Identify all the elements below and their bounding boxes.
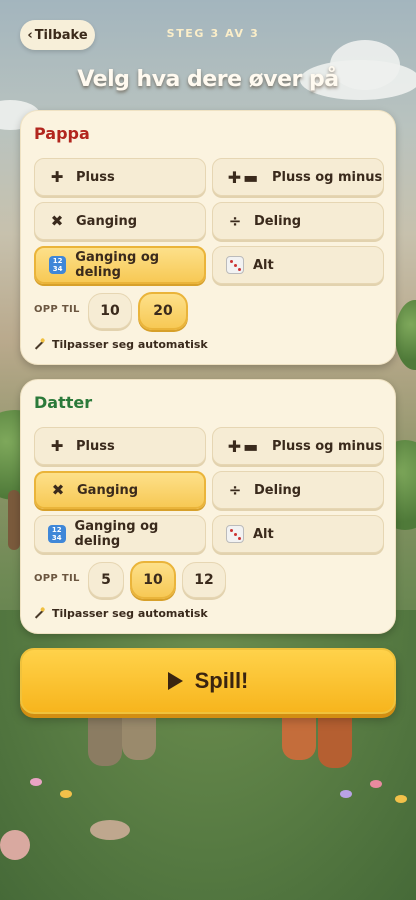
option-pluss-og-minus[interactable]: ✚▬ Pluss og minus xyxy=(212,158,384,196)
limit-12[interactable]: 12 xyxy=(182,562,226,598)
magic-wand-icon xyxy=(34,608,45,619)
limit-20[interactable]: 20 xyxy=(138,292,188,330)
play-icon xyxy=(167,672,183,690)
option-pluss-og-minus[interactable]: ✚▬ Pluss og minus xyxy=(212,427,384,465)
option-ganging-og-deling[interactable]: 12 34 Ganging og deling xyxy=(34,515,206,553)
option-ganging[interactable]: ✖ Ganging xyxy=(34,471,206,509)
plus-minus-icon: ✚▬ xyxy=(227,167,261,187)
limit-10[interactable]: 10 xyxy=(88,293,132,329)
plus-icon: ✚ xyxy=(50,168,64,186)
plus-minus-icon: ✚▬ xyxy=(227,436,261,456)
limit-10[interactable]: 10 xyxy=(130,561,176,599)
option-label: Pluss og minus xyxy=(272,169,383,185)
auto-adjust-label: Tilpasser seg automatisk xyxy=(52,607,208,620)
multiply-icon: ✖ xyxy=(50,212,64,230)
page-title: Velg hva dere øver på xyxy=(77,67,339,92)
option-ganging[interactable]: ✖ Ganging xyxy=(34,202,206,240)
option-label: Pluss xyxy=(76,169,115,185)
play-button[interactable]: Spill! xyxy=(20,648,396,714)
step-indicator: STEG 3 AV 3 xyxy=(166,27,260,40)
option-pluss[interactable]: ✚ Pluss xyxy=(34,427,206,465)
divide-icon: ÷ xyxy=(228,212,242,230)
chevron-left-icon: ‹ xyxy=(27,27,33,43)
option-ganging-og-deling[interactable]: 12 34 Ganging og deling xyxy=(34,246,206,284)
option-label: Ganging xyxy=(77,482,139,498)
option-label: Alt xyxy=(253,526,274,542)
option-label: Ganging og deling xyxy=(75,250,160,280)
dice-icon xyxy=(226,256,244,274)
player-name: Datter xyxy=(34,393,93,412)
option-label: Ganging og deling xyxy=(74,519,159,549)
option-label: Deling xyxy=(254,213,302,229)
multiply-icon: ✖ xyxy=(51,481,65,499)
dice-icon xyxy=(226,525,244,543)
number-grid-icon: 12 34 xyxy=(49,256,67,274)
opp-til-label: OPP TIL xyxy=(34,573,80,584)
back-button[interactable]: ‹ Tilbake xyxy=(20,20,95,50)
option-alt[interactable]: Alt xyxy=(212,246,384,284)
back-button-label: Tilbake xyxy=(34,27,88,43)
magic-wand-icon xyxy=(34,339,45,350)
opp-til-label: OPP TIL xyxy=(34,304,80,315)
option-deling[interactable]: ÷ Deling xyxy=(212,471,384,509)
option-pluss[interactable]: ✚ Pluss xyxy=(34,158,206,196)
plus-icon: ✚ xyxy=(50,437,64,455)
auto-adjust-note: Tilpasser seg automatisk xyxy=(34,338,208,351)
option-deling[interactable]: ÷ Deling xyxy=(212,202,384,240)
option-label: Pluss xyxy=(76,438,115,454)
number-grid-icon: 12 34 xyxy=(48,525,66,543)
player-name: Pappa xyxy=(34,124,90,143)
option-label: Alt xyxy=(253,257,274,273)
auto-adjust-label: Tilpasser seg automatisk xyxy=(52,338,208,351)
option-label: Ganging xyxy=(76,213,138,229)
player-card-datter: Datter ✚ Pluss ✚▬ Pluss og minus ✖ Gangi… xyxy=(20,379,396,634)
play-button-label: Spill! xyxy=(194,668,249,693)
divide-icon: ÷ xyxy=(228,481,242,499)
limit-5[interactable]: 5 xyxy=(88,562,124,598)
option-label: Deling xyxy=(254,482,302,498)
option-label: Pluss og minus xyxy=(272,438,383,454)
auto-adjust-note: Tilpasser seg automatisk xyxy=(34,607,208,620)
option-alt[interactable]: Alt xyxy=(212,515,384,553)
player-card-pappa: Pappa ✚ Pluss ✚▬ Pluss og minus ✖ Gangin… xyxy=(20,110,396,365)
